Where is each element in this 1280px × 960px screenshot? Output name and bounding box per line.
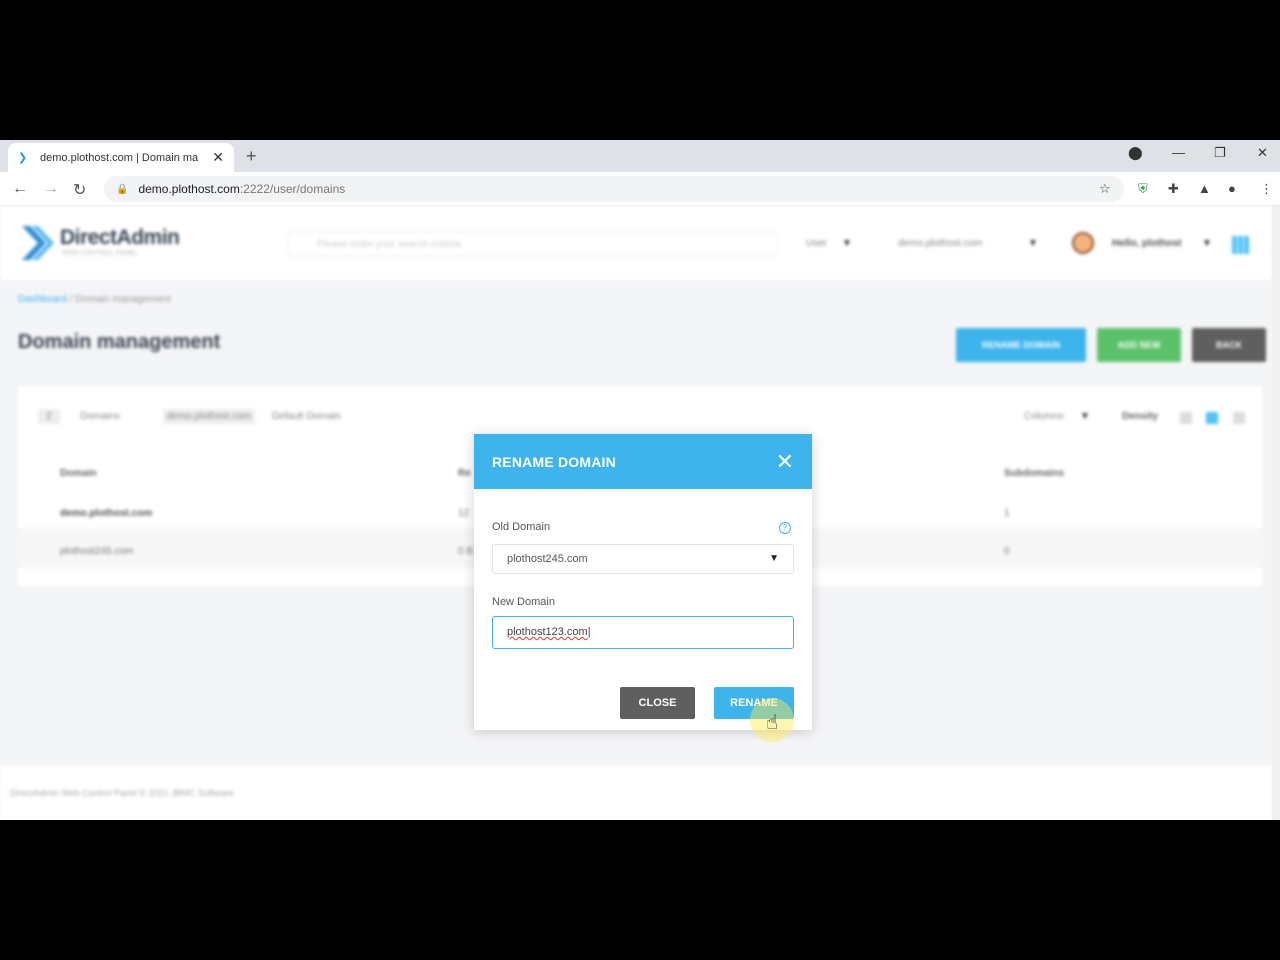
user-greeting[interactable]: Hello, plothost	[1112, 238, 1181, 249]
extensions-puzzle-icon[interactable]: ✚	[1168, 181, 1179, 197]
browser-menu-icon[interactable]: ⋮	[1260, 181, 1273, 197]
table-row-2-col2: 0 B	[458, 546, 474, 557]
new-domain-label: New Domain	[492, 596, 555, 608]
dialog-title: RENAME DOMAIN	[492, 453, 616, 470]
breadcrumb-current: Domain management	[75, 294, 171, 305]
back-button[interactable]: BACK	[1192, 328, 1266, 362]
video-letterbox-top	[0, 0, 1280, 140]
density-comfortable-icon[interactable]	[1233, 412, 1245, 424]
breadcrumb-separator: /	[66, 294, 76, 305]
table-row-1-domain[interactable]: demo.plothost.com	[60, 508, 152, 519]
chevron-down-icon: ▼	[1028, 238, 1038, 249]
close-icon[interactable]: ✕	[776, 450, 794, 473]
level-select[interactable]: User	[806, 238, 827, 249]
bookmark-star-icon[interactable]: ☆	[1099, 181, 1111, 197]
hand-cursor-icon: ☝	[766, 712, 779, 734]
table-row-2-subdomains: 0	[1004, 546, 1010, 557]
chevron-down-icon: ▼	[769, 553, 779, 564]
flask-icon[interactable]: ▲	[1198, 181, 1211, 196]
minimize-icon[interactable]: —	[1172, 145, 1185, 160]
close-window-icon[interactable]: ✕	[1257, 145, 1268, 161]
default-domain-value: demo.plothost.com	[162, 409, 256, 424]
video-letterbox-bottom	[0, 820, 1280, 960]
new-domain-input[interactable]: plothost123.com|	[492, 616, 794, 649]
tab-close-icon[interactable]: ✕	[212, 149, 224, 166]
chevron-down-icon: ▼	[1202, 238, 1212, 249]
page-scrollbar[interactable]	[1272, 206, 1280, 820]
search-input[interactable]: Please enter your search criteria	[288, 232, 778, 256]
new-domain-value: plothost123.com	[507, 626, 588, 638]
apps-grid-icon[interactable]	[1232, 236, 1250, 254]
avatar[interactable]	[1072, 232, 1094, 254]
chevron-down-icon: ▼	[842, 238, 852, 249]
column-header-subdomains[interactable]: Subdomains	[1004, 468, 1064, 479]
table-row-1-subdomains: 1	[1004, 508, 1010, 519]
filter-bar: 2 Domains demo.plothost.com Default Doma…	[38, 409, 341, 424]
page-content: DirectAdmin WEB CONTROL PANEL Please ent…	[0, 206, 1280, 820]
default-domain-label: Default Domain	[271, 411, 341, 422]
lock-icon: 🔒	[116, 183, 129, 195]
back-arrow-icon[interactable]: ←	[12, 180, 28, 198]
table-row-1-col2: 12	[458, 508, 470, 519]
chevron-down-icon: ▼	[1080, 411, 1090, 422]
tab-strip: ❯ demo.plothost.com | Domain ma ✕ + ⬤ — …	[0, 140, 1280, 172]
dialog-header: RENAME DOMAIN ✕	[474, 434, 812, 489]
help-icon[interactable]: ?	[779, 522, 791, 534]
profile-icon[interactable]: ●	[1228, 181, 1236, 196]
restore-icon[interactable]: ❐	[1214, 145, 1226, 161]
page-footer: DirectAdmin Web Control Panel © 2021 JBM…	[0, 766, 1272, 820]
address-bar[interactable]: 🔒 demo.plothost.com:2222/user/domains	[104, 176, 1124, 202]
breadcrumb-home[interactable]: Dashboard	[18, 294, 67, 305]
column-header-domain[interactable]: Domain	[60, 468, 97, 479]
reload-icon[interactable]: ↻	[73, 180, 86, 200]
old-domain-value: plothost245.com	[507, 553, 588, 565]
old-domain-select[interactable]: plothost245.com ▼	[492, 544, 794, 574]
browser-window: ❯ demo.plothost.com | Domain ma ✕ + ⬤ — …	[0, 140, 1280, 820]
new-tab-button[interactable]: +	[246, 146, 257, 167]
forward-arrow-icon[interactable]: →	[43, 180, 59, 198]
add-new-button[interactable]: ADD NEW	[1097, 328, 1181, 362]
url-host: demo.plothost.com	[138, 182, 240, 196]
density-label: Density	[1122, 411, 1159, 422]
domains-label: Domains	[80, 411, 120, 422]
breadcrumb: Dashboard / Domain management	[18, 294, 171, 305]
table-row-2-domain[interactable]: plothost245.com	[60, 546, 133, 557]
column-header-2[interactable]: Re	[458, 468, 471, 479]
density-standard-icon[interactable]	[1206, 412, 1218, 424]
logo-text: DirectAdmin	[60, 226, 180, 249]
domain-count-badge: 2	[38, 409, 60, 424]
browser-toolbar: ← → ↻ 🔒 demo.plothost.com:2222/user/doma…	[0, 172, 1280, 206]
record-icon[interactable]: ⬤	[1128, 145, 1143, 161]
tab-title: demo.plothost.com | Domain ma	[40, 151, 199, 164]
page-title: Domain management	[18, 331, 221, 353]
shield-extension-icon[interactable]: ⛨	[1138, 181, 1148, 197]
url-path: :2222/user/domains	[239, 182, 346, 196]
close-button[interactable]: CLOSE	[620, 687, 695, 719]
old-domain-label: Old Domain	[492, 521, 551, 533]
directadmin-logo-icon	[22, 226, 54, 260]
favicon-icon: ❯	[18, 151, 28, 164]
logo-subtitle: WEB CONTROL PANEL	[62, 250, 139, 257]
app-header: DirectAdmin WEB CONTROL PANEL Please ent…	[0, 206, 1272, 280]
rename-domain-button[interactable]: RENAME DOMAIN	[956, 328, 1086, 362]
rename-domain-dialog: RENAME DOMAIN ✕ Old Domain ? plothost245…	[474, 434, 812, 730]
browser-tab[interactable]: ❯ demo.plothost.com | Domain ma ✕	[8, 143, 234, 172]
domain-select[interactable]: demo.plothost.com	[898, 238, 983, 249]
columns-dropdown[interactable]: Columns	[1024, 411, 1063, 422]
density-compact-icon[interactable]	[1180, 412, 1192, 424]
